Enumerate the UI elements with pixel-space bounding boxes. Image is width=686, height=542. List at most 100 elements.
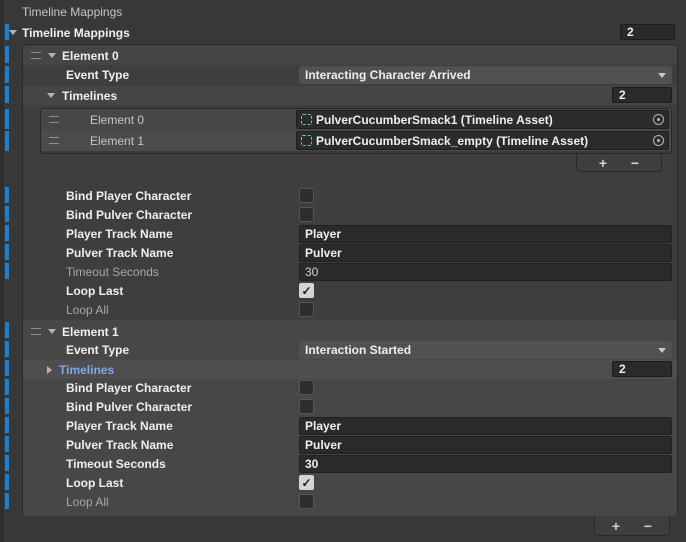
timeline-asset-icon bbox=[301, 114, 312, 125]
loop-last-row-1: Loop Last ✓ bbox=[23, 474, 678, 492]
timeout-row-0: Timeout Seconds 30 bbox=[23, 263, 678, 281]
timelines-label-1: Timelines bbox=[59, 363, 114, 377]
timeout-field-0[interactable]: 30 bbox=[299, 263, 672, 281]
override-bar bbox=[5, 417, 9, 433]
event-type-dropdown-1[interactable]: Interaction Started bbox=[299, 341, 672, 359]
pulver-track-field-0[interactable]: Pulver bbox=[299, 244, 672, 262]
timeout-row-1: Timeout Seconds 30 bbox=[23, 455, 678, 473]
foldout-open-icon[interactable] bbox=[48, 329, 56, 334]
pulver-track-value: Pulver bbox=[305, 438, 342, 452]
add-element-button[interactable]: + bbox=[606, 519, 626, 533]
add-element-button[interactable]: + bbox=[593, 156, 613, 170]
override-bar bbox=[5, 109, 9, 129]
loop-all-checkbox-1[interactable]: ✓ bbox=[299, 494, 314, 509]
foldout-open-icon[interactable] bbox=[47, 93, 55, 98]
bind-player-label: Bind Player Character bbox=[66, 189, 191, 203]
timeout-label: Timeout Seconds bbox=[66, 265, 159, 279]
bind-pulver-label: Bind Pulver Character bbox=[66, 400, 192, 414]
check-icon: ✓ bbox=[301, 477, 311, 489]
loop-all-row-0: Loop All ✓ bbox=[23, 301, 678, 319]
timeline-asset-name: PulverCucumberSmack_empty (Timeline Asse… bbox=[316, 134, 648, 148]
override-bar bbox=[5, 322, 9, 338]
timeline-item-row-0[interactable]: Element 0 PulverCucumberSmack1 (Timeline… bbox=[41, 109, 671, 130]
override-bar bbox=[5, 86, 9, 103]
element-0-title: Element 0 bbox=[62, 49, 119, 63]
loop-last-label: Loop Last bbox=[66, 476, 123, 490]
remove-element-button[interactable]: − bbox=[625, 156, 645, 170]
loop-all-label: Loop All bbox=[66, 303, 109, 317]
override-bar bbox=[5, 131, 9, 151]
loop-last-checkbox-1[interactable]: ✓ bbox=[299, 475, 314, 490]
array-size-field[interactable]: 2 bbox=[620, 24, 675, 40]
override-bar bbox=[5, 46, 9, 63]
override-bar bbox=[5, 187, 9, 203]
element-1-header[interactable]: Element 1 bbox=[23, 322, 677, 341]
bind-pulver-label: Bind Pulver Character bbox=[66, 208, 192, 222]
bind-pulver-checkbox-1[interactable]: ✓ bbox=[299, 399, 314, 414]
event-type-dropdown-0[interactable]: Interacting Character Arrived bbox=[299, 66, 672, 84]
timeline-asset-field-1[interactable]: PulverCucumberSmack_empty (Timeline Asse… bbox=[296, 131, 669, 150]
remove-element-button[interactable]: − bbox=[638, 519, 658, 533]
timeline-mappings-list-footer: + − bbox=[594, 516, 670, 536]
timelines-foldout-0[interactable]: Timelines bbox=[23, 86, 677, 105]
player-track-field-1[interactable]: Player bbox=[299, 417, 672, 435]
override-bar bbox=[5, 379, 9, 395]
object-picker-icon bbox=[653, 114, 664, 125]
element-1-title: Element 1 bbox=[62, 325, 119, 339]
bind-player-row-1: Bind Player Character ✓ bbox=[23, 379, 678, 397]
bind-pulver-checkbox-0[interactable]: ✓ bbox=[299, 207, 314, 222]
drag-handle-icon[interactable] bbox=[49, 116, 59, 123]
pulver-track-row-0: Pulver Track Name Pulver bbox=[23, 244, 678, 262]
timeout-value: 30 bbox=[305, 457, 318, 471]
unity-inspector-panel: Timeline Mappings Timeline Mappings 2 El… bbox=[0, 0, 686, 542]
loop-last-label: Loop Last bbox=[66, 284, 123, 298]
override-bar bbox=[5, 244, 9, 260]
loop-all-row-1: Loop All ✓ bbox=[23, 493, 678, 511]
foldout-open-icon[interactable] bbox=[48, 53, 56, 58]
event-type-label: Event Type bbox=[66, 343, 129, 357]
element-0-header[interactable]: Element 0 bbox=[23, 46, 677, 65]
drag-handle-icon[interactable] bbox=[49, 137, 59, 144]
object-picker-button[interactable] bbox=[648, 132, 668, 149]
pulver-track-value: Pulver bbox=[305, 246, 342, 260]
object-picker-icon bbox=[653, 135, 664, 146]
bind-player-checkbox-0[interactable]: ✓ bbox=[299, 188, 314, 203]
override-bar bbox=[5, 474, 9, 490]
bind-player-row-0: Bind Player Character ✓ bbox=[23, 187, 678, 205]
timeline-asset-field-0[interactable]: PulverCucumberSmack1 (Timeline Asset) bbox=[296, 110, 669, 129]
chevron-down-icon bbox=[658, 73, 666, 78]
loop-all-checkbox-0[interactable]: ✓ bbox=[299, 302, 314, 317]
player-track-value: Player bbox=[305, 227, 341, 241]
property-script-label: Timeline Mappings bbox=[22, 5, 122, 19]
timeline-item-label-1: Element 1 bbox=[90, 134, 144, 148]
timeout-field-1[interactable]: 30 bbox=[299, 455, 672, 473]
timeline-asset-name: PulverCucumberSmack1 (Timeline Asset) bbox=[316, 113, 648, 127]
player-track-field-0[interactable]: Player bbox=[299, 225, 672, 243]
event-type-label: Event Type bbox=[66, 68, 129, 82]
event-type-value: Interaction Started bbox=[305, 343, 658, 357]
timeline-mappings-foldout[interactable]: Timeline Mappings bbox=[0, 24, 678, 41]
loop-last-checkbox-0[interactable]: ✓ bbox=[299, 283, 314, 298]
timeline-item-row-1[interactable]: Element 1 PulverCucumberSmack_empty (Tim… bbox=[41, 130, 671, 151]
override-bar bbox=[5, 493, 9, 509]
timeout-label: Timeout Seconds bbox=[66, 457, 166, 471]
pulver-track-row-1: Pulver Track Name Pulver bbox=[23, 436, 678, 454]
override-bar bbox=[5, 436, 9, 452]
drag-handle-icon[interactable] bbox=[31, 328, 41, 335]
override-bar bbox=[5, 263, 9, 279]
pulver-track-label: Pulver Track Name bbox=[66, 246, 173, 260]
foldout-closed-icon[interactable] bbox=[47, 366, 52, 374]
foldout-open-icon[interactable] bbox=[9, 30, 17, 35]
bind-player-checkbox-1[interactable]: ✓ bbox=[299, 380, 314, 395]
pulver-track-label: Pulver Track Name bbox=[66, 438, 173, 452]
pulver-track-field-1[interactable]: Pulver bbox=[299, 436, 672, 454]
object-picker-button[interactable] bbox=[648, 111, 668, 128]
player-track-value: Player bbox=[305, 419, 341, 433]
bind-pulver-row-0: Bind Pulver Character ✓ bbox=[23, 206, 678, 224]
timelines-size-field-1[interactable]: 2 bbox=[612, 361, 672, 377]
timeline-mappings-title: Timeline Mappings bbox=[22, 26, 130, 40]
timelines-foldout-1[interactable]: Timelines bbox=[23, 360, 677, 379]
timeout-value: 30 bbox=[305, 265, 318, 279]
drag-handle-icon[interactable] bbox=[31, 52, 41, 59]
timelines-size-field-0[interactable]: 2 bbox=[612, 87, 672, 103]
